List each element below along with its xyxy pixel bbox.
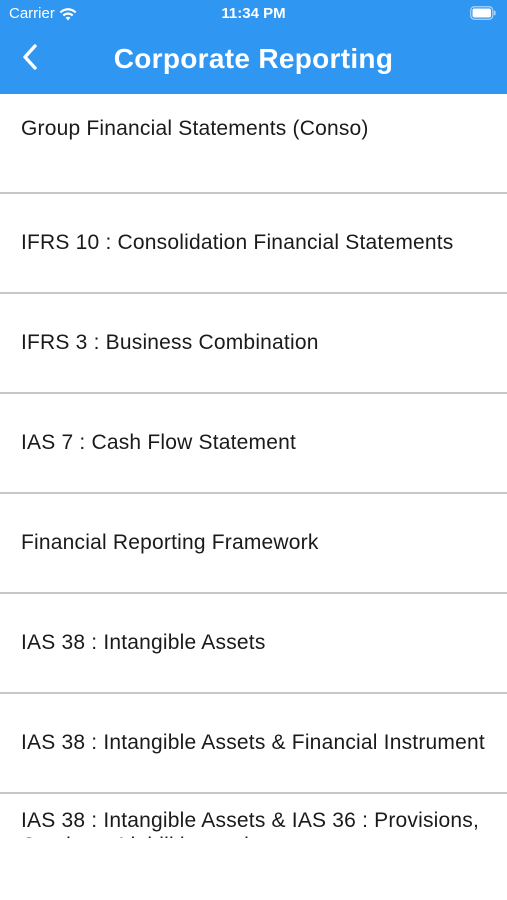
list-item-label: Financial Reporting Framework <box>21 530 319 554</box>
list-item[interactable]: Group Financial Statements (Conso) <box>0 94 507 194</box>
list-item[interactable]: IAS 7 : Cash Flow Statement <box>0 394 507 494</box>
navigation-bar: Corporate Reporting <box>0 28 507 94</box>
list-item-label: IFRS 3 : Business Combination <box>21 330 319 354</box>
battery-icon <box>470 6 496 20</box>
list-item-label: IAS 38 : Intangible Assets & IAS 36 : Pr… <box>21 809 480 838</box>
status-bar: Carrier 11:34 PM <box>0 0 507 28</box>
list-item[interactable]: IAS 38 : Intangible Assets & Financial I… <box>0 694 507 794</box>
list-item-label: Group Financial Statements (Conso) <box>21 117 369 140</box>
list-item[interactable]: IFRS 3 : Business Combination <box>0 294 507 394</box>
header: Carrier 11:34 PM Corporate Reporting <box>0 0 507 94</box>
list-item[interactable]: Financial Reporting Framework <box>0 494 507 594</box>
list-item-label: IAS 38 : Intangible Assets & Financial I… <box>21 730 485 754</box>
page-title: Corporate Reporting <box>113 43 394 74</box>
list-item-label: IFRS 10 : Consolidation Financial Statem… <box>21 230 454 254</box>
list-item-label: IAS 7 : Cash Flow Statement <box>21 430 297 454</box>
app-screen: Carrier 11:34 PM Corporate Reporting Gro… <box>0 0 507 900</box>
list-item[interactable]: IAS 38 : Intangible Assets <box>0 594 507 694</box>
list-item[interactable]: IFRS 10 : Consolidation Financial Statem… <box>0 194 507 294</box>
list-item[interactable]: IAS 38 : Intangible Assets & IAS 36 : Pr… <box>0 794 507 838</box>
list-item-label: IAS 38 : Intangible Assets <box>21 630 266 654</box>
status-time: 11:34 PM <box>221 5 286 22</box>
topic-list: Group Financial Statements (Conso) IFRS … <box>0 94 507 838</box>
